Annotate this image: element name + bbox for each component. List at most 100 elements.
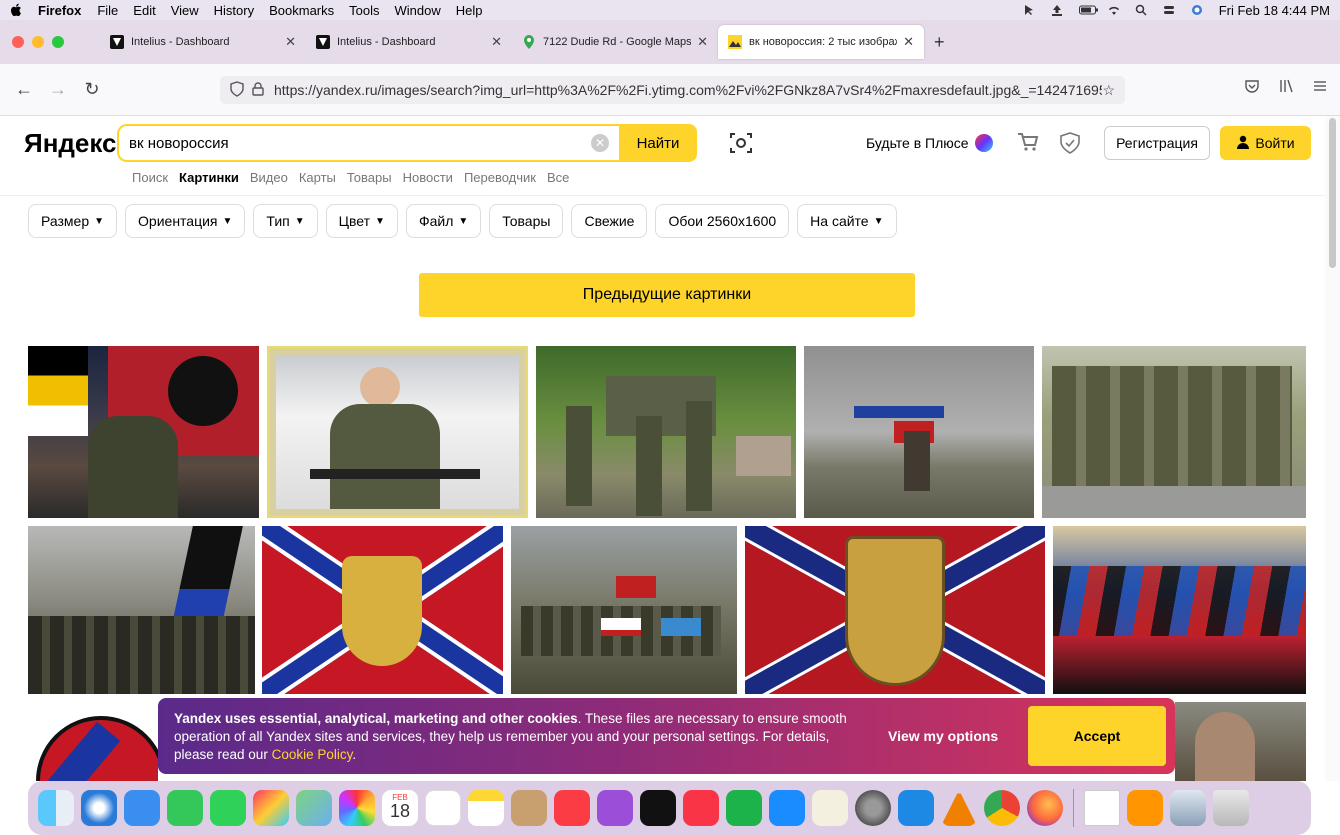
safari-icon[interactable]	[81, 790, 117, 826]
login-button[interactable]: Войти	[1220, 126, 1311, 160]
register-button[interactable]: Регистрация	[1104, 126, 1210, 160]
hamburger-menu-icon[interactable]	[1312, 78, 1328, 99]
tab-intelius-1[interactable]: Intelius - Dashboard ✕	[100, 25, 306, 59]
filter-type[interactable]: Тип ▼	[253, 204, 318, 238]
firefox-icon[interactable]	[1027, 790, 1063, 826]
zoom-window-button[interactable]	[52, 36, 64, 48]
siri-icon[interactable]	[1191, 4, 1205, 16]
yandex-logo[interactable]: Яндекс	[24, 128, 117, 159]
filter-wallpaper[interactable]: Обои 2560x1600	[655, 204, 790, 238]
service-market[interactable]: Товары	[347, 170, 392, 185]
menubar-clock[interactable]: Fri Feb 18 4:44 PM	[1219, 3, 1330, 18]
keynote-icon[interactable]	[898, 790, 934, 826]
protect-shield-icon[interactable]	[1060, 132, 1080, 159]
forward-arrow-icon[interactable]: →	[46, 79, 70, 100]
apple-icon[interactable]	[10, 3, 24, 17]
notes-icon[interactable]	[468, 790, 504, 826]
page-scrollbar[interactable]	[1325, 116, 1340, 781]
url-bar[interactable]: https://yandex.ru/images/search?img_url=…	[220, 76, 1125, 104]
close-tab-icon[interactable]: ✕	[491, 34, 502, 50]
filter-fresh[interactable]: Свежие	[571, 204, 648, 238]
apple-tv-icon[interactable]	[640, 790, 676, 826]
lock-icon[interactable]	[252, 81, 264, 99]
filter-orientation[interactable]: Ориентация ▼	[125, 204, 246, 238]
close-window-button[interactable]	[12, 36, 24, 48]
view-options-button[interactable]: View my options	[888, 728, 998, 744]
books-icon[interactable]	[1127, 790, 1163, 826]
service-maps[interactable]: Карты	[299, 170, 336, 185]
image-result[interactable]	[804, 346, 1034, 518]
calendar-icon[interactable]: FEB 18	[382, 790, 418, 826]
control-center-icon[interactable]	[1163, 4, 1177, 16]
photos-icon[interactable]	[339, 790, 375, 826]
new-tab-plus-icon[interactable]: +	[934, 32, 945, 53]
search-input[interactable]: вк новороссия	[119, 135, 591, 152]
menu-history[interactable]: History	[214, 3, 254, 18]
battery-icon[interactable]	[1078, 4, 1098, 16]
textedit-icon[interactable]	[812, 790, 848, 826]
document-icon[interactable]	[1084, 790, 1120, 826]
system-preferences-icon[interactable]	[855, 790, 891, 826]
bookmark-star-icon[interactable]: ☆	[1102, 82, 1115, 99]
filter-color[interactable]: Цвет ▼	[325, 204, 398, 238]
tab-intelius-2[interactable]: Intelius - Dashboard ✕	[306, 25, 512, 59]
image-result[interactable]	[1175, 702, 1306, 781]
app-menu-firefox[interactable]: Firefox	[38, 3, 81, 18]
messages-icon[interactable]	[210, 790, 246, 826]
image-result[interactable]	[1042, 346, 1306, 518]
menu-help[interactable]: Help	[456, 3, 483, 18]
upload-icon[interactable]	[1051, 4, 1065, 16]
service-images[interactable]: Картинки	[179, 170, 239, 185]
search-button[interactable]: Найти	[619, 124, 697, 162]
image-result[interactable]	[262, 526, 503, 694]
accept-cookies-button[interactable]: Accept	[1028, 706, 1166, 766]
filter-size[interactable]: Размер ▼	[28, 204, 118, 238]
filter-file[interactable]: Файл ▼	[405, 204, 482, 238]
filter-goods[interactable]: Товары	[489, 204, 564, 238]
maps-icon[interactable]	[296, 790, 332, 826]
news-icon[interactable]	[683, 790, 719, 826]
facetime-icon[interactable]	[167, 790, 203, 826]
contacts-icon[interactable]	[511, 790, 547, 826]
launchpad-icon[interactable]	[253, 790, 289, 826]
clear-search-icon[interactable]: ✕	[591, 134, 609, 152]
wifi-icon[interactable]	[1107, 4, 1121, 16]
numbers-icon[interactable]	[726, 790, 762, 826]
reminders-icon[interactable]	[425, 790, 461, 826]
back-arrow-icon[interactable]: ←	[12, 79, 36, 100]
service-news[interactable]: Новости	[403, 170, 453, 185]
image-result[interactable]	[1053, 526, 1306, 694]
cart-icon[interactable]	[1017, 132, 1039, 157]
search-box[interactable]: вк новороссия ✕ Найти	[117, 124, 697, 162]
visual-search-camera-icon[interactable]	[728, 130, 754, 156]
image-result[interactable]	[536, 346, 796, 518]
finder-icon[interactable]	[38, 790, 74, 826]
close-tab-icon[interactable]: ✕	[285, 34, 296, 50]
menu-file[interactable]: File	[97, 3, 118, 18]
pocket-icon[interactable]	[1244, 78, 1260, 99]
image-result[interactable]	[267, 346, 528, 518]
previous-images-button[interactable]: Предыдущие картинки	[419, 273, 915, 317]
mail-icon[interactable]	[124, 790, 160, 826]
image-result[interactable]	[28, 702, 158, 781]
trash-icon[interactable]	[1213, 790, 1249, 826]
preview-icon[interactable]	[1170, 790, 1206, 826]
scrollbar-thumb[interactable]	[1329, 118, 1336, 268]
service-video[interactable]: Видео	[250, 170, 288, 185]
image-result[interactable]	[511, 526, 737, 694]
menu-bookmarks[interactable]: Bookmarks	[269, 3, 334, 18]
spotlight-search-icon[interactable]	[1135, 4, 1149, 16]
music-icon[interactable]	[554, 790, 590, 826]
app-store-icon[interactable]	[769, 790, 805, 826]
tab-google-maps[interactable]: 7122 Dudie Rd - Google Maps ✕	[512, 25, 718, 59]
menu-tools[interactable]: Tools	[349, 3, 379, 18]
cursor-icon[interactable]	[1023, 4, 1037, 16]
menu-window[interactable]: Window	[395, 3, 441, 18]
yandex-plus-link[interactable]: Будьте в Плюсе	[866, 134, 993, 152]
tab-yandex-images[interactable]: вк новороссия: 2 тыс изображ ✕	[718, 25, 924, 59]
service-all[interactable]: Все	[547, 170, 569, 185]
image-result[interactable]	[745, 526, 1045, 694]
filter-site[interactable]: На сайте ▼	[797, 204, 897, 238]
reload-icon[interactable]: ↻	[80, 79, 104, 100]
library-icon[interactable]	[1278, 78, 1294, 99]
